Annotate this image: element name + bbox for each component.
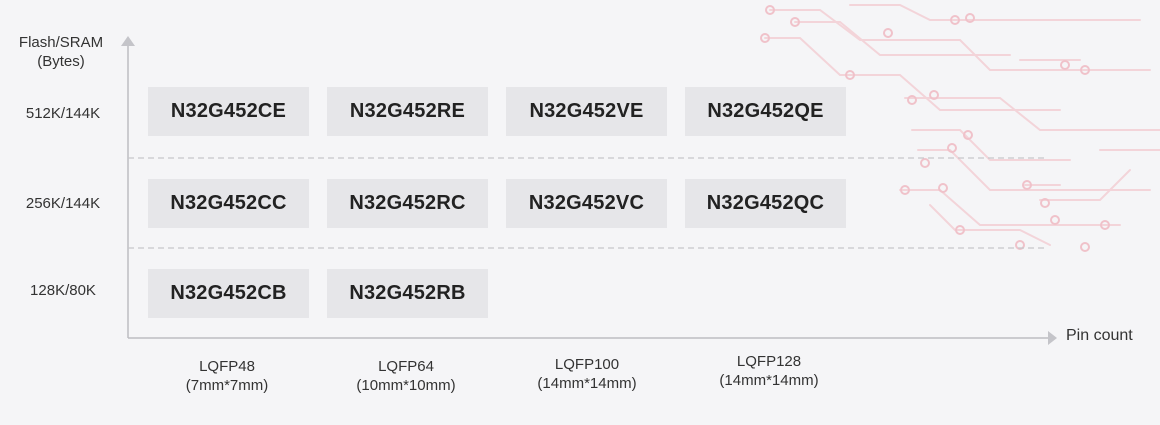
y-axis-title-unit: (Bytes) <box>37 53 85 70</box>
package-name: LQFP64 <box>378 358 434 375</box>
x-label-lqfp48: LQFP48 (7mm*7mm) <box>137 357 317 395</box>
x-label-lqfp100: LQFP100 (14mm*14mm) <box>497 355 677 393</box>
part-box: N32G452VE <box>506 87 667 136</box>
package-name: LQFP128 <box>736 353 802 370</box>
x-axis-title: Pin count <box>1066 327 1133 344</box>
x-axis-arrow <box>1048 331 1057 345</box>
x-label-lqfp128: LQFP128 (14mm*14mm) <box>679 352 859 390</box>
y-label-128k: 128K/80K <box>30 282 96 299</box>
package-name: LQFP48 <box>199 358 255 375</box>
y-axis-arrow <box>121 36 135 46</box>
x-label-lqfp64: LQFP64 (10mm*10mm) <box>316 357 496 395</box>
package-size: (14mm*14mm) <box>537 375 637 392</box>
package-size: (7mm*7mm) <box>185 377 269 394</box>
part-box: N32G452RB <box>327 269 488 318</box>
y-axis-title-line: Flash/SRAM <box>18 34 104 51</box>
part-box: N32G452QE <box>685 87 846 136</box>
y-axis-title: Flash/SRAM (Bytes) <box>8 33 114 71</box>
part-box: N32G452CB <box>148 269 309 318</box>
part-box: N32G452VC <box>506 179 667 228</box>
y-label-256k: 256K/144K <box>25 195 101 212</box>
part-box: N32G452QC <box>685 179 846 228</box>
part-box: N32G452CC <box>148 179 309 228</box>
part-box: N32G452RE <box>327 87 488 136</box>
part-box: N32G452RC <box>327 179 488 228</box>
package-name: LQFP100 <box>554 356 620 373</box>
product-matrix: Flash/SRAM (Bytes) 512K/144K 256K/144K 1… <box>0 0 1160 425</box>
package-size: (14mm*14mm) <box>719 372 819 389</box>
y-label-512k: 512K/144K <box>25 105 101 122</box>
package-size: (10mm*10mm) <box>356 377 456 394</box>
part-box: N32G452CE <box>148 87 309 136</box>
